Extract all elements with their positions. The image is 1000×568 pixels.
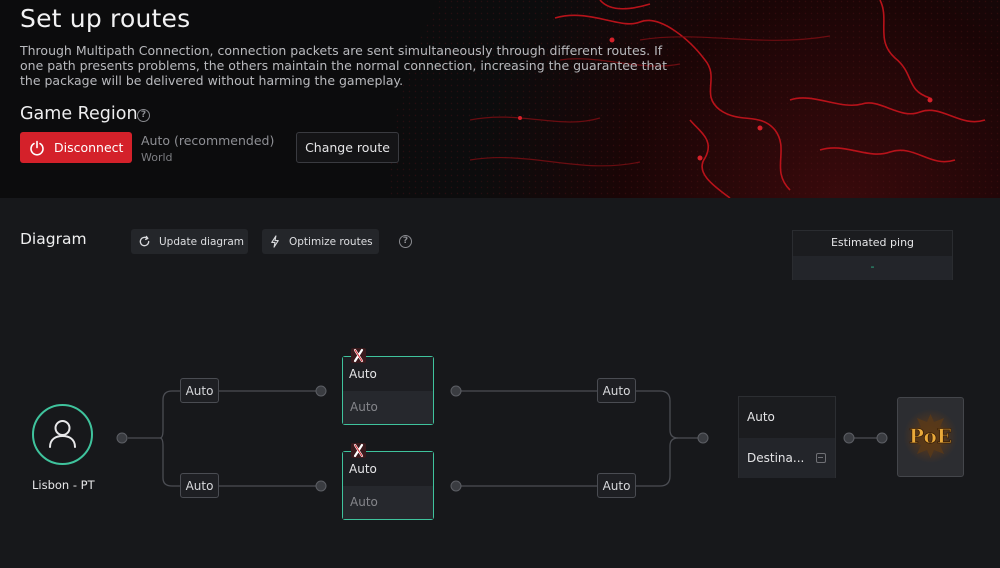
disconnect-label: Disconnect [54,140,124,155]
region-sub: World [141,151,173,164]
destination-row-top: Auto [739,397,835,438]
route-2-input-chip[interactable]: Auto [180,473,219,498]
help-icon[interactable]: ? [137,109,150,122]
game-tile[interactable]: PoE [897,397,964,477]
route-1-node-sub: Auto [350,400,378,414]
server-icon [816,453,826,463]
route-1-input-chip[interactable]: Auto [180,378,219,403]
route-1-node[interactable]: Auto Auto [342,348,434,425]
routes-header: Set up routes Through Multipath Connecti… [0,0,1000,198]
route-1-node-bottom: Auto [343,391,433,424]
route-wires [116,385,888,492]
disconnect-button[interactable]: Disconnect [20,132,132,163]
route-2-node[interactable]: Auto Auto [342,443,434,520]
destination-label: Auto [747,410,775,424]
route-2-node-label: Auto [349,462,377,476]
game-logo: PoE [903,409,958,463]
route-2-node-sub: Auto [350,495,378,509]
power-icon [30,140,44,156]
route-2-output-chip[interactable]: Auto [597,473,636,498]
game-logo-text: PoE [909,424,952,448]
page-description: Through Multipath Connection, connection… [20,43,667,88]
route-2-server-badge-icon [351,443,366,458]
destination-server-label: Destina... [747,451,805,465]
game-region-title: Game Region [20,104,138,124]
destination-row-bottom: Destina... [739,438,835,478]
route-1-output-chip[interactable]: Auto [597,378,636,403]
origin-location-label: Lisbon - PT [32,478,95,492]
destination-box[interactable]: Auto Destina... [738,396,836,478]
region-value: Auto (recommended) [141,133,275,148]
route-1-server-badge-icon [351,348,366,363]
route-2-node-bottom: Auto [343,486,433,519]
page-title: Set up routes [20,4,191,33]
origin-user-avatar [32,404,93,465]
change-route-button[interactable]: Change route [296,132,399,163]
user-icon [49,420,76,448]
route-1-node-label: Auto [349,367,377,381]
diagram-panel: Diagram Update diagram Optimize routes ?… [0,198,1000,568]
